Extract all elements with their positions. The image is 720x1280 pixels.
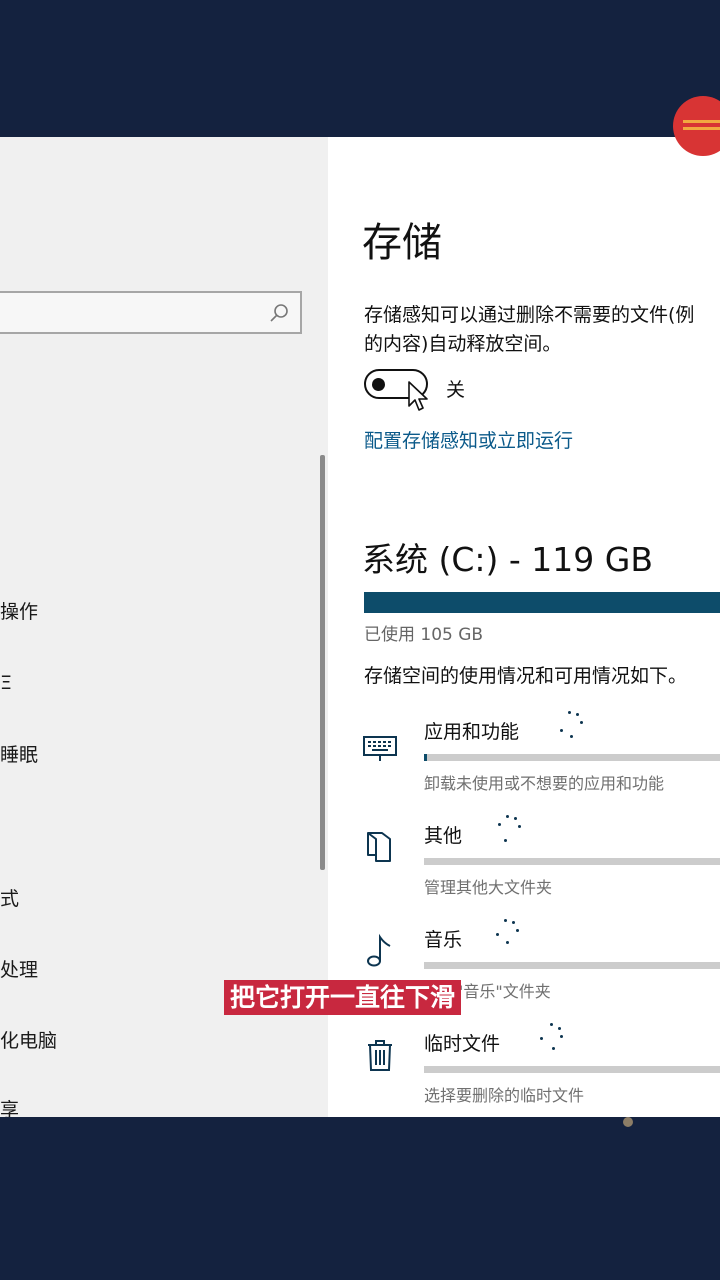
keyboard-icon (363, 736, 397, 761)
video-caption: 把它打开一直往下滑 (224, 980, 462, 1015)
category-description: 选择要删除的临时文件 (424, 1086, 585, 1105)
drive-usage-bar (364, 592, 720, 613)
loading-spinner-icon (492, 919, 526, 953)
folder-icon (367, 832, 391, 862)
category-description: 管理其他大文件夹 (424, 878, 553, 897)
category-usage-bar (424, 1066, 720, 1073)
search-input[interactable] (0, 291, 302, 334)
category-temp-files[interactable]: 临时文件 选择要删除的临时文件 (328, 1023, 720, 1117)
category-usage-bar (424, 754, 720, 761)
sidebar-item-share[interactable]: 享 (0, 1099, 19, 1117)
sidebar-item-actions[interactable]: 操作 (0, 601, 38, 623)
search-icon[interactable] (268, 302, 290, 324)
category-name: 音乐 (424, 929, 463, 951)
sidebar-item-processing[interactable]: 处理 (0, 959, 38, 981)
settings-sidebar: 操作 Ξ 睡眠 式 处理 化电脑 享 (0, 137, 328, 1117)
storage-sense-description: 存储感知可以通过删除不需要的文件(例 的内容)自动释放空间。 (364, 301, 694, 359)
trash-icon (368, 1040, 392, 1071)
category-apps[interactable]: 应用和功能 卸载未使用或不想要的应用和功能 (328, 711, 720, 817)
category-usage-bar (424, 858, 720, 865)
configure-storage-sense-link[interactable]: 配置存储感知或立即运行 (364, 426, 573, 453)
mouse-cursor-icon (408, 381, 428, 411)
category-usage-bar (424, 962, 720, 969)
usage-description: 存储空间的使用情况和可用情况如下。 (364, 665, 688, 687)
toggle-knob (372, 378, 385, 391)
sidebar-item-sleep[interactable]: 睡眠 (0, 744, 38, 766)
sidebar-item-mode[interactable]: 式 (0, 888, 19, 910)
menu-icon (683, 120, 720, 123)
category-usage-fill (424, 754, 427, 761)
loading-spinner-icon (492, 815, 526, 849)
page-title: 存储 (362, 220, 442, 266)
drive-title: 系统 (C:) - 119 GB (362, 540, 653, 579)
category-description: 卸载未使用或不想要的应用和功能 (424, 774, 665, 793)
description-line-1: 存储感知可以通过删除不需要的文件(例 (364, 304, 695, 326)
menu-icon-line (683, 127, 720, 130)
sidebar-scrollbar[interactable] (320, 455, 325, 870)
category-name: 其他 (424, 825, 463, 847)
sidebar-item-2[interactable]: Ξ (0, 672, 12, 694)
loading-spinner-icon (536, 1023, 570, 1057)
toggle-state-label: 关 (446, 379, 466, 401)
drive-used-label: 已使用 105 GB (364, 625, 484, 645)
description-line-2: 的内容)自动释放空间。 (364, 333, 562, 355)
category-name: 临时文件 (424, 1033, 501, 1055)
music-note-icon (367, 933, 391, 967)
loading-spinner-icon (556, 711, 590, 745)
category-other[interactable]: 其他 管理其他大文件夹 (328, 815, 720, 921)
indicator-dot (623, 1117, 633, 1127)
settings-window: 操作 Ξ 睡眠 式 处理 化电脑 享 存储 存储感知可以通过删除不需要的文件(例… (0, 137, 720, 1117)
storage-panel: 存储 存储感知可以通过删除不需要的文件(例 的内容)自动释放空间。 关 配置存储… (328, 137, 720, 1117)
sidebar-item-pc[interactable]: 化电脑 (0, 1030, 57, 1052)
category-name: 应用和功能 (424, 721, 520, 743)
